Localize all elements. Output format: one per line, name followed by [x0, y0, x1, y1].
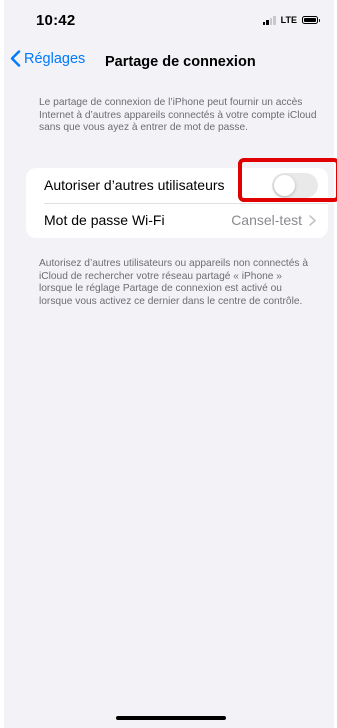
settings-group: Autoriser d’autres utilisateurs Mot de p…: [26, 168, 328, 238]
battery-icon: [302, 16, 320, 24]
wifi-password-label: Mot de passe Wi-Fi: [44, 212, 165, 228]
allow-others-toggle[interactable]: [272, 173, 318, 198]
hotspot-description: Le partage de connexion de l’iPhone peut…: [39, 97, 317, 133]
allow-others-description: Autorisez d’autres utilisateurs ou appar…: [39, 258, 308, 307]
toggle-knob: [274, 175, 295, 196]
back-button[interactable]: Réglages: [10, 50, 85, 67]
status-time: 10:42: [36, 12, 76, 29]
status-bar: 10:42 LTE: [4, 0, 334, 40]
cellular-signal-icon: [262, 15, 276, 25]
allow-others-label: Autoriser d’autres utilisateurs: [44, 177, 225, 193]
status-indicators: LTE: [262, 15, 320, 25]
chevron-left-icon: [10, 50, 21, 67]
page-title: Partage de connexion: [105, 54, 256, 70]
settings-screen: 10:42 LTE Réglages Partage de connexion …: [4, 0, 334, 728]
back-label: Réglages: [24, 50, 86, 67]
allow-others-row: Autoriser d’autres utilisateurs: [26, 168, 328, 203]
network-type-label: LTE: [280, 15, 297, 25]
wifi-password-value: Cansel-test: [231, 212, 302, 228]
chevron-right-icon: [309, 215, 316, 226]
navigation-bar: Réglages Partage de connexion: [4, 48, 334, 76]
wifi-password-row[interactable]: Mot de passe Wi-Fi Cansel-test: [26, 203, 328, 238]
home-indicator: [116, 716, 226, 720]
